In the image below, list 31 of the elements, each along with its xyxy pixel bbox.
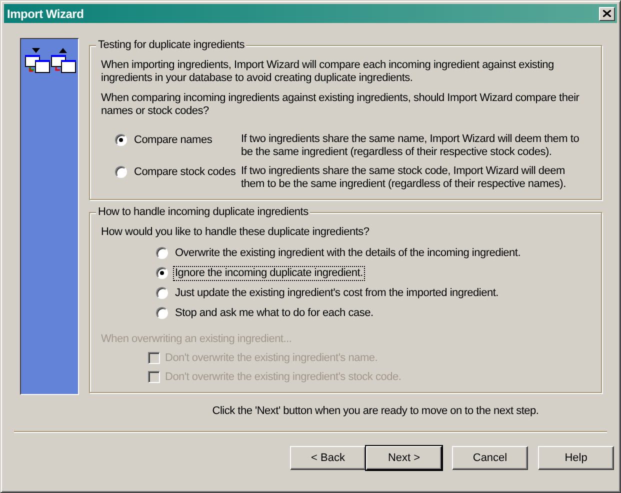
radio-label[interactable]: Compare stock codes (132, 165, 238, 180)
checkbox-label: Don't overwrite the existing ingredient's stock code. (165, 370, 402, 384)
radio-label[interactable]: Compare names (132, 133, 214, 148)
group-title: How to handle incoming duplicate ingredients (96, 205, 310, 219)
checkbox-label: Don't overwrite the existing ingredient's name. (165, 351, 378, 365)
wizard-button[interactable]: Help (538, 446, 614, 470)
close-icon (603, 10, 611, 17)
group-title: Testing for duplicate ingredients (96, 38, 246, 52)
option-description: If two ingredients share the same stock code, Import Wizard will deem them to be the same ingredient (regardless of their respective names). (241, 165, 567, 191)
radio-button[interactable] (156, 307, 168, 319)
intro-text: When importing ingredients, Import Wizard will compare each incoming ingredient against existing ingredients in your database to avoid creating duplicate ingredients. (101, 59, 555, 85)
wizard-button[interactable]: < Back (290, 446, 366, 470)
section-heading: When overwriting an existing ingredient... (101, 332, 293, 346)
radio-button[interactable] (156, 247, 168, 259)
radio-button[interactable] (115, 134, 127, 146)
wizard-button[interactable]: Next > (366, 446, 442, 470)
windows-drawing (24, 48, 76, 74)
question-text: How would you like to handle these duplicate ingredients? (101, 226, 370, 239)
radio-button[interactable] (156, 287, 168, 299)
close-button[interactable] (599, 6, 615, 20)
radio-label[interactable]: Ignore the incoming duplicate ingredient. (173, 266, 365, 281)
hint-text: Click the 'Next' button when you are ready to move on to the next step. (211, 404, 540, 418)
radio-button[interactable] (156, 267, 168, 279)
question-text: When comparing incoming ingredients against existing ingredients, should Import Wizard compare their names or stock codes? (101, 92, 580, 118)
wizard-button[interactable]: Cancel (452, 446, 528, 470)
radio-label[interactable]: Overwrite the existing ingredient with the details of the incoming ingredient. (173, 246, 523, 261)
radio-label[interactable]: Stop and ask me what to do for each case. (173, 306, 376, 321)
radio-label[interactable]: Just update the existing ingredient's cost from the imported ingredient. (173, 286, 500, 301)
radio-button[interactable] (115, 166, 127, 178)
option-description: If two ingredients share the same name, Import Wizard will deem them to be the same ingredient (regardless of their respective stock codes). (241, 133, 580, 159)
window-title: Import Wizard (7, 6, 84, 20)
